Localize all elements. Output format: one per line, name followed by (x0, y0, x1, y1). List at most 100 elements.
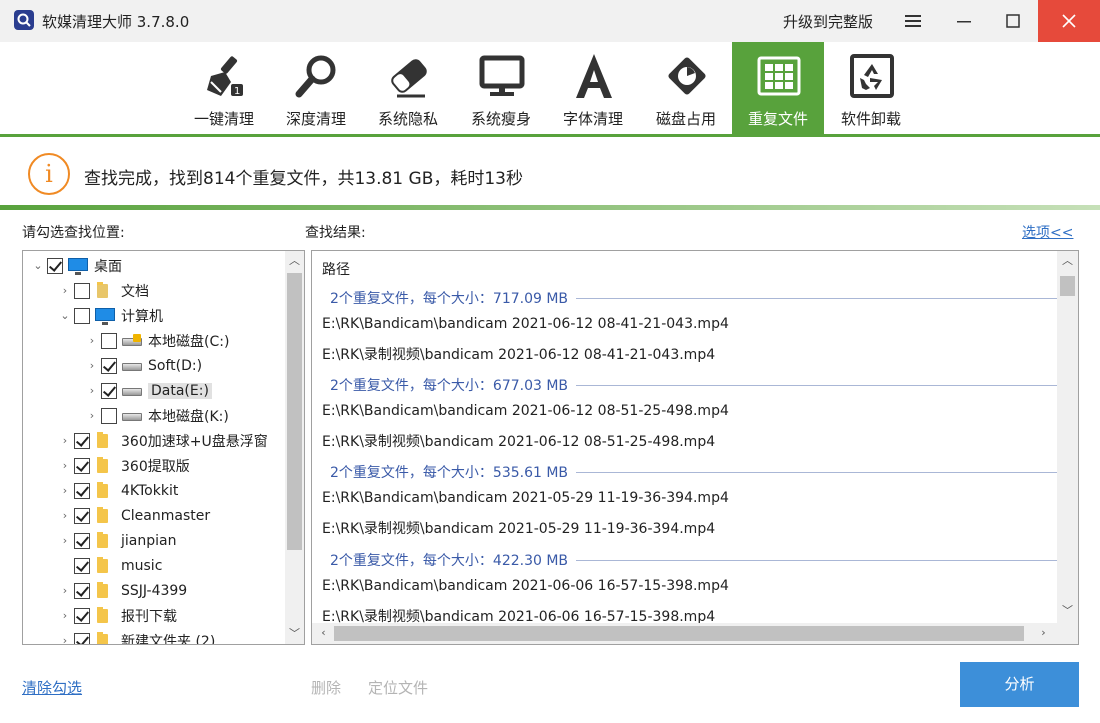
tree-item-desktop[interactable]: ⌄ 桌面 (31, 253, 122, 278)
system-drive-icon (121, 332, 143, 350)
tree-checkbox[interactable] (74, 282, 90, 299)
tree-checkbox[interactable] (74, 457, 90, 474)
tree-item-folder[interactable]: › jianpian (58, 528, 176, 553)
locate-file-button[interactable]: 定位文件 (368, 677, 428, 698)
tree-item-folder[interactable]: music (58, 553, 162, 578)
expand-icon[interactable]: › (58, 534, 72, 547)
scroll-left-icon[interactable]: ‹ (314, 623, 333, 643)
tree-item-computer[interactable]: ⌄ 计算机 (58, 303, 163, 328)
minimize-button[interactable] (939, 0, 989, 42)
menu-button[interactable] (888, 0, 938, 42)
tree-scrollbar[interactable]: ︿ ﹀ (285, 251, 304, 644)
tree-checkbox[interactable] (101, 332, 117, 349)
tree-item-folder[interactable]: › 360加速球+U盘悬浮窗 (58, 428, 268, 453)
expand-icon[interactable]: › (85, 409, 99, 422)
scroll-up-icon[interactable]: ︿ (285, 251, 304, 271)
tool-label: 深度清理 (285, 110, 346, 128)
expand-icon[interactable]: › (85, 384, 99, 397)
tool-system-slim[interactable]: 系统瘦身 (455, 42, 547, 134)
column-header-path[interactable]: 路径 (322, 259, 350, 279)
expand-icon[interactable]: › (58, 609, 72, 622)
scroll-up-icon[interactable]: ︿ (1058, 251, 1077, 271)
tree-item-folder[interactable]: › 新建文件夹 (2) (58, 628, 215, 644)
file-row[interactable]: E:\RK\录制视频\bandicam 2021-05-29 11-19-36-… (322, 518, 715, 538)
expand-icon[interactable]: › (58, 484, 72, 497)
tool-disk-usage[interactable]: 磁盘占用 (640, 42, 732, 134)
delete-button[interactable]: 删除 (311, 677, 341, 698)
tool-software-uninstall[interactable]: 软件卸载 (825, 42, 917, 134)
tree-checkbox[interactable] (74, 432, 90, 449)
tool-one-click-clean[interactable]: 1 一键清理 (178, 42, 270, 134)
results-horizontal-scrollbar[interactable]: ‹ › (312, 623, 1078, 644)
tree-checkbox[interactable] (74, 557, 90, 574)
location-tree[interactable]: ⌄ 桌面 › 文档 ⌄ 计算机 › 本地磁盘(C:) › Soft(D:) › … (22, 250, 305, 645)
file-row[interactable]: E:\RK\Bandicam\bandicam 2021-06-06 16-57… (322, 578, 729, 594)
collapse-icon[interactable]: ⌄ (31, 259, 45, 272)
clear-selection-link[interactable]: 清除勾选 (22, 677, 82, 698)
scrollbar-thumb[interactable] (287, 273, 302, 550)
expand-icon[interactable]: › (58, 434, 72, 447)
tree-item-drive-e[interactable]: › Data(E:) (85, 378, 212, 403)
scroll-down-icon[interactable]: ﹀ (1058, 601, 1077, 621)
tree-item-label: 本地磁盘(C:) (148, 333, 230, 350)
tree-item-drive-d[interactable]: › Soft(D:) (85, 353, 202, 378)
upgrade-link[interactable]: 升级到完整版 (783, 11, 873, 32)
expand-icon[interactable]: › (85, 359, 99, 372)
tree-item-folder[interactable]: › 报刊下载 (58, 603, 177, 628)
tree-item-folder[interactable]: › 4KTokkit (58, 478, 178, 503)
collapse-icon[interactable]: ⌄ (58, 309, 72, 322)
expand-icon[interactable]: › (58, 634, 72, 644)
tree-checkbox[interactable] (74, 532, 90, 549)
file-row[interactable]: E:\RK\Bandicam\bandicam 2021-06-12 08-51… (322, 403, 729, 419)
tree-checkbox[interactable] (74, 582, 90, 599)
analyze-button[interactable]: 分析 (960, 662, 1079, 707)
results-list[interactable]: 路径 2个重复文件，每个大小：717.09 MB E:\RK\Bandicam\… (311, 250, 1079, 645)
expand-icon[interactable]: › (58, 584, 72, 597)
file-row[interactable]: E:\RK\Bandicam\bandicam 2021-05-29 11-19… (322, 490, 729, 506)
scrollbar-thumb[interactable] (1060, 276, 1075, 296)
maximize-button[interactable] (988, 0, 1038, 42)
tree-checkbox[interactable] (101, 407, 117, 424)
recycle-icon (850, 54, 894, 98)
minimize-icon (957, 21, 971, 23)
tool-font-clean[interactable]: 字体清理 (547, 42, 639, 134)
tree-checkbox[interactable] (74, 307, 90, 324)
main-toolbar: 1 一键清理 深度清理 系统隐私 系统瘦身 字体清理 磁盘占用 重复文件 软件卸… (0, 42, 1100, 134)
tree-item-label: 桌面 (94, 258, 122, 275)
desktop-icon (67, 257, 89, 275)
expand-icon[interactable]: › (58, 284, 72, 297)
scroll-down-icon[interactable]: ﹀ (285, 624, 304, 644)
folder-icon (94, 506, 116, 525)
tree-checkbox[interactable] (74, 632, 90, 644)
tree-checkbox[interactable] (47, 257, 63, 274)
tree-item-documents[interactable]: › 文档 (58, 278, 149, 303)
expand-icon[interactable]: › (58, 459, 72, 472)
file-row[interactable]: E:\RK\录制视频\bandicam 2021-06-12 08-51-25-… (322, 431, 715, 451)
tree-checkbox[interactable] (74, 507, 90, 524)
file-row[interactable]: E:\RK\录制视频\bandicam 2021-06-12 08-41-21-… (322, 344, 715, 364)
results-vertical-scrollbar[interactable]: ︿ ﹀ (1057, 251, 1078, 623)
tool-duplicate-files[interactable]: 重复文件 (732, 42, 824, 134)
folder-icon (94, 631, 116, 644)
tree-item-drive-k[interactable]: › 本地磁盘(K:) (85, 403, 229, 428)
tree-checkbox[interactable] (101, 382, 117, 399)
expand-icon[interactable]: › (58, 509, 72, 522)
scroll-right-icon[interactable]: › (1034, 623, 1053, 643)
scrollbar-thumb[interactable] (334, 626, 1024, 641)
options-link[interactable]: 选项<< (1022, 222, 1073, 242)
tool-system-privacy[interactable]: 系统隐私 (362, 42, 454, 134)
tree-item-folder[interactable]: › SSJJ-4399 (58, 578, 187, 603)
tool-deep-clean[interactable]: 深度清理 (270, 42, 362, 134)
close-button[interactable] (1038, 0, 1100, 42)
tree-item-label: music (121, 557, 163, 574)
file-row[interactable]: E:\RK\Bandicam\bandicam 2021-06-12 08-41… (322, 316, 729, 332)
tree-item-folder[interactable]: › Cleanmaster (58, 503, 210, 528)
tree-item-folder[interactable]: › 360提取版 (58, 453, 190, 478)
close-icon (1062, 14, 1076, 28)
tree-item-drive-c[interactable]: › 本地磁盘(C:) (85, 328, 229, 353)
expand-icon[interactable]: › (85, 334, 99, 347)
tree-checkbox[interactable] (74, 607, 90, 624)
tree-checkbox[interactable] (74, 482, 90, 499)
tree-checkbox[interactable] (101, 357, 117, 374)
drive-icon (121, 357, 143, 375)
